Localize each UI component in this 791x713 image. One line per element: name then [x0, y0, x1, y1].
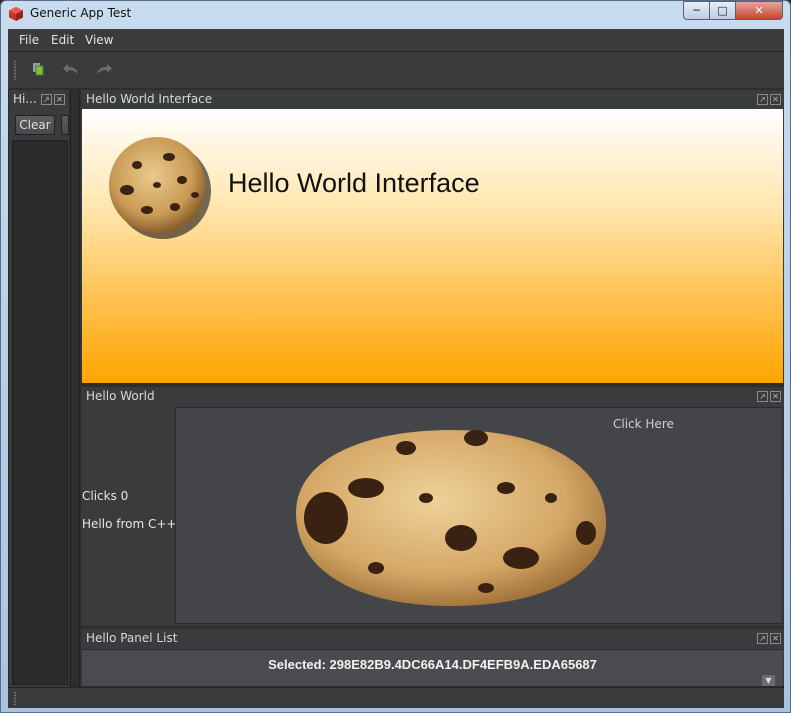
float-icon[interactable]: ↗ — [757, 633, 768, 644]
dock-splitter[interactable] — [70, 90, 80, 687]
hello-cpp-label: Hello from C++: — [82, 517, 181, 531]
undo-icon — [63, 64, 78, 74]
float-icon[interactable]: ↗ — [41, 94, 52, 105]
dock-header[interactable]: Hello World ↗ ✕ — [81, 387, 784, 406]
interface-dock: Hello World Interface ↗ ✕ Hello World In… — [81, 90, 784, 383]
menu-bar: File Edit View — [8, 29, 784, 52]
hello-dock-title: Hello World — [86, 389, 155, 403]
clicks-label: Clicks 0 — [82, 489, 129, 503]
cookie-image — [109, 137, 211, 239]
minimize-icon: ─ — [693, 4, 700, 17]
toolbar-grip[interactable] — [13, 60, 17, 80]
selected-item-text: Selected: 298E82B9.4DC66A14.DF4EFB9A.EDA… — [268, 657, 597, 672]
dock-close-icon[interactable]: ✕ — [770, 633, 781, 644]
menu-edit[interactable]: Edit — [51, 33, 74, 47]
client-area: File Edit View Hi... ↗ ✕ Clear Hello Wor… — [8, 29, 784, 708]
cookie-image[interactable] — [286, 418, 611, 613]
menu-view[interactable]: View — [85, 33, 113, 47]
app-cube-icon — [9, 7, 23, 21]
panel-list[interactable]: Selected: 298E82B9.4DC66A14.DF4EFB9A.EDA… — [82, 649, 783, 686]
new-document-icon — [33, 63, 44, 76]
title-bar[interactable]: Generic App Test ─ □ ✕ — [1, 1, 790, 27]
history-dock-title: Hi... — [13, 92, 37, 106]
undo-button[interactable] — [59, 58, 83, 80]
close-button[interactable]: ✕ — [735, 1, 783, 20]
float-icon[interactable]: ↗ — [757, 391, 768, 402]
minimize-button[interactable]: ─ — [683, 1, 710, 20]
new-document-button[interactable] — [26, 58, 50, 80]
redo-button[interactable] — [92, 58, 116, 80]
app-window: Generic App Test ─ □ ✕ File Edit View Hi… — [0, 0, 791, 713]
dock-close-icon[interactable]: ✕ — [54, 94, 65, 105]
interface-panel: Hello World Interface — [82, 109, 783, 383]
maximize-icon: □ — [717, 4, 728, 17]
close-icon: ✕ — [754, 4, 764, 17]
panel-list-dock: Hello Panel List ↗ ✕ Selected: 298E82B9.… — [81, 629, 784, 686]
hello-world-dock: Hello World ↗ ✕ Clicks 0 Hello from C++:… — [81, 387, 784, 626]
interface-dock-title: Hello World Interface — [86, 92, 213, 106]
secondary-button[interactable] — [61, 115, 69, 135]
click-here-label[interactable]: Click Here — [613, 417, 674, 431]
panel-dock-title: Hello Panel List — [86, 631, 178, 645]
scroll-down-icon[interactable]: ▼ — [762, 675, 775, 686]
history-list[interactable] — [12, 140, 68, 685]
dock-header[interactable]: Hello World Interface ↗ ✕ — [81, 90, 784, 109]
window-title: Generic App Test — [30, 6, 132, 20]
clear-button[interactable]: Clear — [15, 115, 55, 135]
dock-close-icon[interactable]: ✕ — [770, 391, 781, 402]
redo-icon — [97, 64, 112, 74]
maximize-button[interactable]: □ — [709, 1, 736, 20]
status-grip[interactable] — [13, 691, 17, 705]
status-bar — [8, 687, 784, 708]
dock-header[interactable]: Hello Panel List ↗ ✕ — [81, 629, 784, 648]
interface-heading: Hello World Interface — [228, 168, 480, 198]
dock-close-icon[interactable]: ✕ — [770, 94, 781, 105]
toolbar — [8, 52, 784, 88]
history-dock: Hi... ↗ ✕ Clear — [9, 90, 69, 687]
click-area[interactable]: Click Here — [175, 407, 783, 624]
menu-file[interactable]: File — [19, 33, 39, 47]
float-icon[interactable]: ↗ — [757, 94, 768, 105]
